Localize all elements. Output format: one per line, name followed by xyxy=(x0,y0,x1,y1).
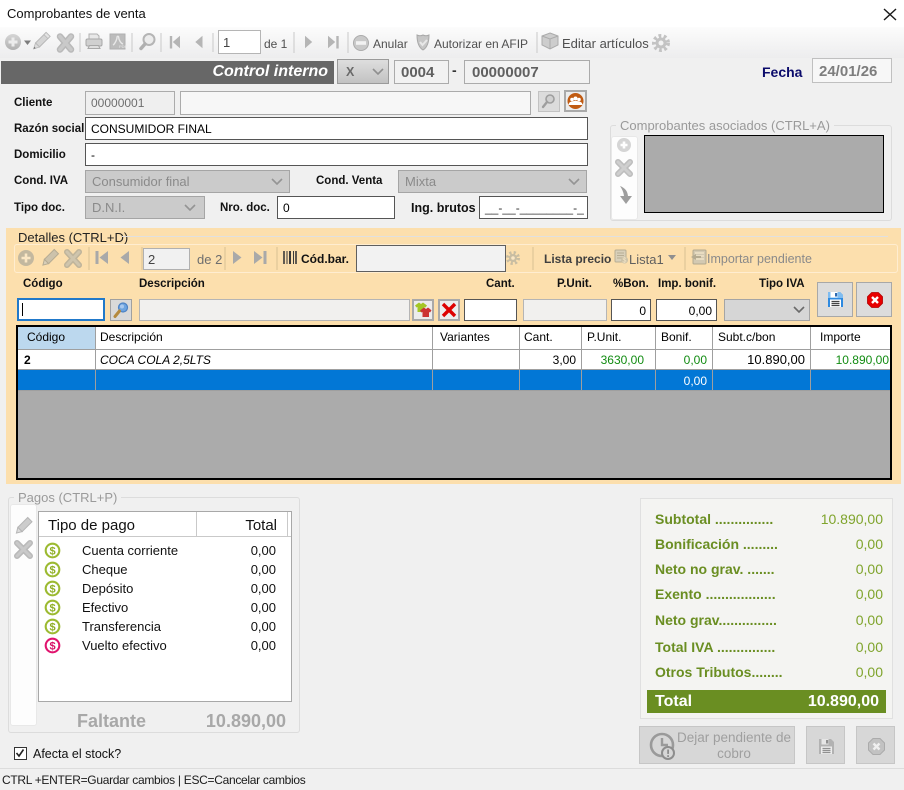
svg-text:$: $ xyxy=(49,565,55,577)
svg-text:$: $ xyxy=(49,641,55,653)
svg-text:$: $ xyxy=(49,622,55,634)
svg-text:PDF: PDF xyxy=(119,44,128,49)
svg-text:$: $ xyxy=(49,546,55,558)
svg-text:$: $ xyxy=(623,258,627,265)
svg-text:$: $ xyxy=(49,584,55,596)
svg-text:$: $ xyxy=(49,603,55,615)
